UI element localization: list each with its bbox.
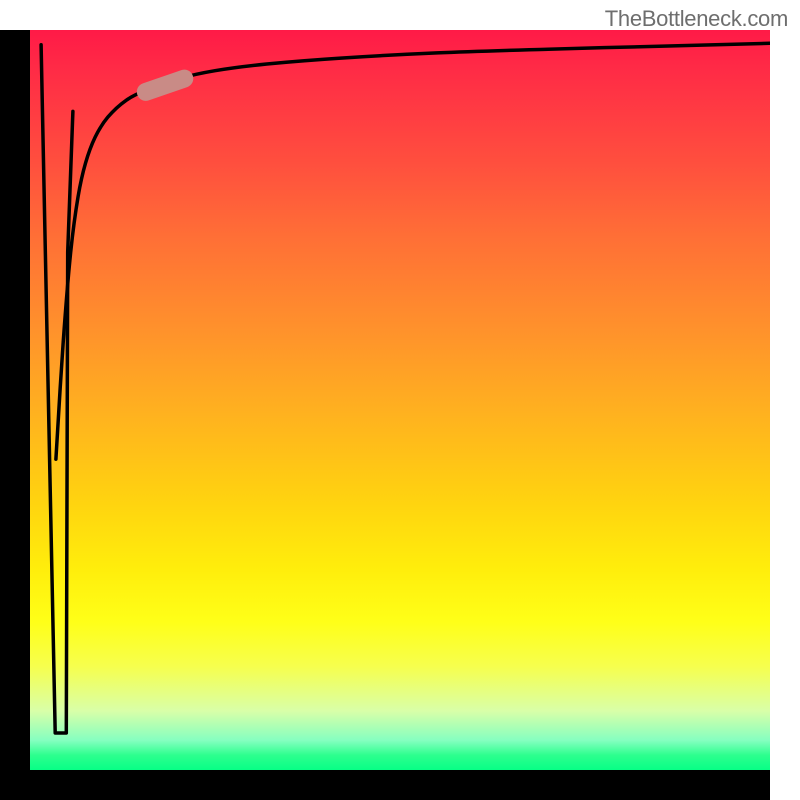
x-axis xyxy=(30,770,770,800)
watermark-text: TheBottleneck.com xyxy=(605,6,788,32)
axis-corner xyxy=(0,770,30,800)
y-axis xyxy=(0,30,30,770)
plot-gradient-background xyxy=(30,30,770,770)
